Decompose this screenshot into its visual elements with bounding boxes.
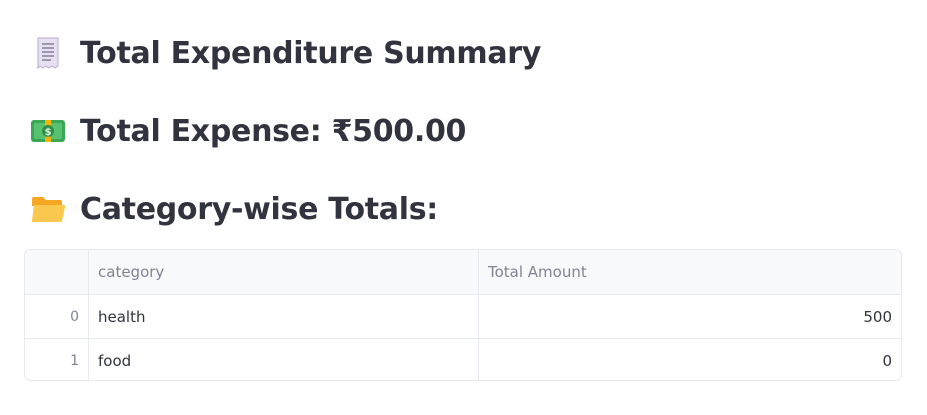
page: Total Expenditure Summary $ Total Expens… — [0, 0, 927, 415]
category-totals-heading-text: Category-wise Totals: — [80, 191, 438, 227]
category-cell[interactable]: food — [89, 339, 479, 380]
total-expense-heading: $ Total Expense: ₹500.00 — [30, 113, 466, 149]
table-row: 0 health 500 — [25, 295, 901, 339]
summary-heading: Total Expenditure Summary — [30, 35, 541, 71]
folder-icon — [30, 191, 66, 227]
svg-text:$: $ — [45, 127, 52, 138]
category-totals-heading: Category-wise Totals: — [30, 191, 438, 227]
money-icon: $ — [30, 113, 66, 149]
table-row: 1 food 0 — [25, 339, 901, 380]
category-cell[interactable]: health — [89, 295, 479, 338]
index-column-header — [25, 250, 89, 294]
amount-cell[interactable]: 500 — [479, 295, 901, 338]
table-header-row: category Total Amount — [25, 250, 901, 295]
amount-cell[interactable]: 0 — [479, 339, 901, 380]
total-amount-column-header[interactable]: Total Amount — [479, 250, 901, 294]
summary-heading-text: Total Expenditure Summary — [80, 35, 542, 71]
row-index: 1 — [25, 339, 89, 380]
category-column-header[interactable]: category — [89, 250, 479, 294]
category-totals-table: category Total Amount 0 health 500 1 foo… — [24, 249, 902, 381]
row-index: 0 — [25, 295, 89, 338]
receipt-icon — [30, 35, 66, 71]
total-expense-heading-text: Total Expense: ₹500.00 — [80, 113, 467, 149]
